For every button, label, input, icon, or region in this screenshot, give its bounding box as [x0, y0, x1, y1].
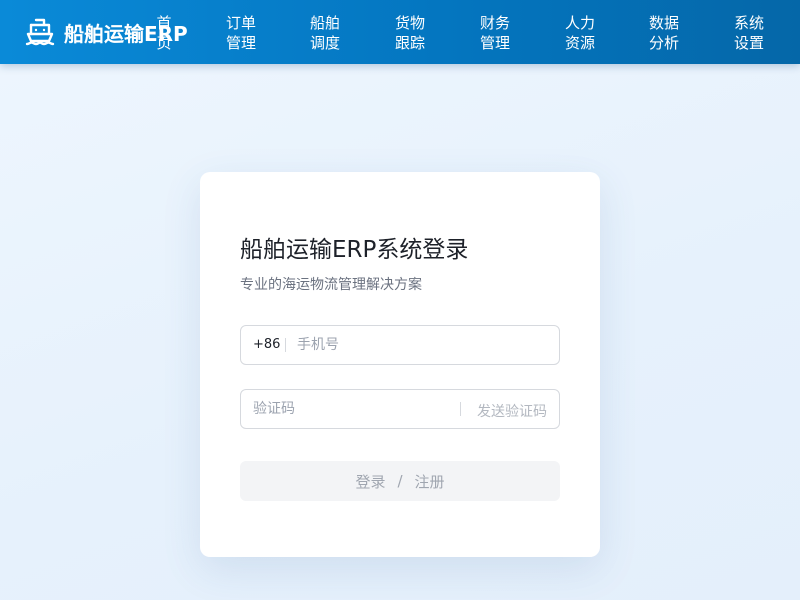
nav-item-orders[interactable]: 订单 管理 [224, 13, 258, 53]
country-code[interactable]: +86 [253, 337, 280, 352]
nav-label: 资源 [564, 34, 595, 52]
register-label: 注册 [414, 472, 445, 491]
nav-label: 页 [156, 34, 172, 52]
send-code-button[interactable]: 发送验证码 [477, 401, 547, 421]
nav-label: 分析 [648, 34, 679, 52]
nav-label: 管理 [225, 34, 256, 52]
nav-item-analytics[interactable]: 数据 分析 [647, 13, 681, 53]
divider [285, 338, 286, 352]
nav-label: 货物 [394, 14, 425, 32]
nav-label: 船舶 [309, 14, 340, 32]
nav-label: 调度 [309, 34, 340, 52]
nav-label: 订单 [225, 14, 256, 32]
code-field[interactable]: 发送验证码 [240, 389, 560, 429]
nav-item-settings[interactable]: 系统 设置 [732, 13, 766, 53]
nav-label: 管理 [479, 34, 510, 52]
login-subtitle: 专业的海运物流管理解决方案 [240, 277, 422, 293]
nav-label: 设置 [733, 34, 764, 52]
separator: / [397, 472, 403, 490]
login-card: 船舶运输ERP系统登录 专业的海运物流管理解决方案 +86 发送验证码 登录 /… [200, 172, 600, 557]
nav-item-hr[interactable]: 人力 资源 [563, 13, 597, 53]
nav-label: 首 [156, 14, 172, 32]
top-nav-bar: 船舶运输ERP 首 页 订单 管理 船舶 调度 货物 跟踪 财务 管理 人力 资… [0, 0, 800, 64]
ship-icon [24, 16, 56, 48]
phone-input[interactable] [297, 332, 547, 358]
login-label: 登录 [355, 472, 386, 491]
verification-code-input[interactable] [253, 396, 453, 422]
divider [460, 402, 461, 416]
nav-label: 财务 [479, 14, 510, 32]
nav-label: 跟踪 [394, 34, 425, 52]
nav-item-finance[interactable]: 财务 管理 [478, 13, 512, 53]
nav-item-cargo[interactable]: 货物 跟踪 [393, 13, 427, 53]
login-register-button[interactable]: 登录 / 注册 [240, 461, 560, 501]
phone-field[interactable]: +86 [240, 325, 560, 365]
login-title: 船舶运输ERP系统登录 [240, 237, 469, 263]
nav-item-dispatch[interactable]: 船舶 调度 [308, 13, 342, 53]
nav-label: 数据 [648, 14, 679, 32]
nav-item-home[interactable]: 首 页 [147, 13, 181, 53]
nav-label: 人力 [564, 14, 595, 32]
nav-label: 系统 [733, 14, 764, 32]
